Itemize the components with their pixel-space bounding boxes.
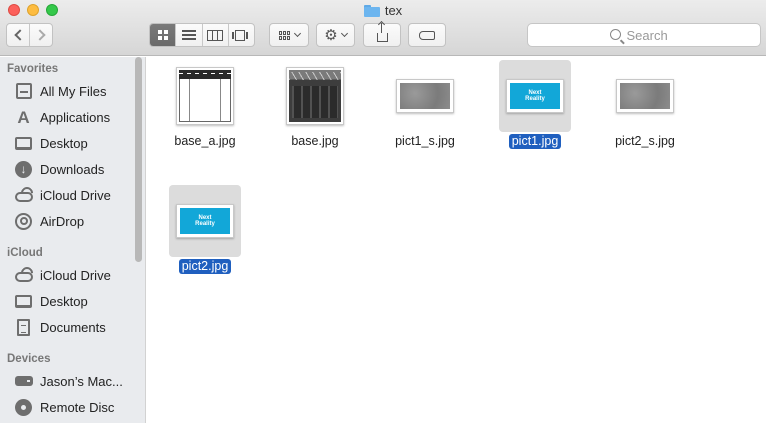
forward-button[interactable] (29, 24, 52, 46)
list-view-icon (181, 30, 196, 40)
sidebar-item-label: All My Files (40, 83, 107, 99)
sidebar-item-label: AirDrop (40, 213, 85, 229)
cover-flow-view-button[interactable] (227, 24, 254, 46)
sidebar-item-airdrop[interactable]: AirDrop (14, 210, 140, 232)
icloud-drive-icon (14, 266, 33, 285)
chevron-right-icon (33, 29, 46, 41)
search-icon (609, 28, 621, 40)
file-name[interactable]: pict2_s.jpg (612, 134, 678, 149)
sidebar-item-label: Downloads (40, 161, 105, 177)
column-view-icon (207, 29, 224, 41)
sidebar-item-label: Desktop (40, 135, 88, 151)
icon-view-button[interactable] (150, 24, 176, 46)
cover-flow-icon (232, 29, 250, 41)
remote-disc-icon (14, 398, 33, 417)
thumbnail-text: Reality (525, 96, 545, 102)
icloud-drive-icon (14, 186, 33, 205)
arrange-grid-icon (278, 30, 290, 40)
file-name[interactable]: pict2.jpg (178, 259, 232, 274)
file-item-pict1-s[interactable]: pict1_s.jpg (375, 60, 475, 149)
sidebar-item-label: iCloud Drive (40, 267, 111, 283)
search-field[interactable] (527, 23, 761, 47)
file-item-base[interactable]: base.jpg (265, 60, 365, 149)
sidebar-item-remote-disc[interactable]: Remote Disc (14, 396, 140, 418)
column-view-button[interactable] (201, 24, 228, 46)
file-item-pict2[interactable]: Next Reality pict2.jpg (155, 185, 255, 274)
sidebar-heading-devices: Devices (7, 353, 51, 365)
file-name[interactable]: base_a.jpg (171, 134, 238, 149)
share-icon (376, 23, 388, 42)
gear-icon: ⚙ (324, 26, 338, 44)
applications-icon: A (17, 107, 30, 127)
documents-icon (14, 318, 33, 337)
sidebar-item-jasons-mac[interactable]: Jason’s Mac... (14, 370, 140, 392)
tag-icon (419, 30, 435, 40)
folder-icon (363, 4, 380, 17)
sidebar: Favorites All My Files A Applications De… (0, 57, 146, 423)
sidebar-heading-favorites: Favorites (7, 63, 59, 75)
window-title-text: tex (384, 3, 403, 18)
action-button[interactable]: ⚙ (316, 23, 355, 47)
tag-button[interactable] (408, 23, 446, 47)
sidebar-item-label: Remote Disc (40, 399, 115, 415)
navigation-buttons (6, 23, 53, 47)
sidebar-item-documents[interactable]: Documents (14, 316, 140, 338)
chevron-down-icon (293, 29, 301, 38)
file-thumbnail[interactable] (279, 60, 351, 132)
file-name[interactable]: pict1_s.jpg (392, 134, 458, 149)
sidebar-item-applications[interactable]: A Applications (14, 106, 140, 128)
sidebar-item-label: Applications (40, 109, 111, 125)
back-button[interactable] (7, 24, 29, 46)
list-view-button[interactable] (175, 24, 201, 46)
sidebar-heading-icloud: iCloud (7, 247, 43, 259)
desktop-icon (14, 134, 33, 153)
file-name[interactable]: pict1.jpg (508, 134, 562, 149)
chevron-down-icon (340, 29, 348, 38)
sidebar-item-icloud-drive-2[interactable]: iCloud Drive (14, 264, 140, 286)
sidebar-item-icloud-desktop[interactable]: Desktop (14, 290, 140, 312)
sidebar-item-icloud-drive[interactable]: iCloud Drive (14, 184, 140, 206)
sidebar-item-label: iCloud Drive (40, 187, 111, 203)
share-button[interactable] (363, 23, 401, 47)
airdrop-icon (14, 212, 33, 231)
file-thumbnail[interactable] (609, 60, 681, 132)
search-input[interactable] (626, 27, 679, 43)
chevron-left-icon (13, 29, 26, 41)
file-name[interactable]: base.jpg (288, 134, 341, 149)
sidebar-item-all-my-files[interactable]: All My Files (14, 80, 140, 102)
sidebar-item-label: Desktop (40, 293, 88, 309)
file-item-base-a[interactable]: base_a.jpg (155, 60, 255, 149)
file-browser[interactable]: base_a.jpg base.jpg pict1_s.jpg Next Rea… (147, 57, 766, 423)
sidebar-item-label: Documents (40, 319, 106, 335)
thumbnail-text: Reality (195, 221, 215, 227)
desktop-icon (14, 292, 33, 311)
icon-view-icon (157, 30, 168, 40)
file-item-pict2-s[interactable]: pict2_s.jpg (595, 60, 695, 149)
file-thumbnail[interactable]: Next Reality (169, 185, 241, 257)
sidebar-item-downloads[interactable]: ↓ Downloads (14, 158, 140, 180)
window-title: tex (0, 2, 766, 19)
sidebar-item-label: Jason’s Mac... (40, 373, 123, 389)
hard-drive-icon (14, 372, 33, 391)
file-thumbnail[interactable] (389, 60, 461, 132)
arrange-button[interactable] (269, 23, 309, 47)
downloads-icon: ↓ (14, 160, 33, 179)
file-thumbnail[interactable] (169, 60, 241, 132)
file-item-pict1[interactable]: Next Reality pict1.jpg (485, 60, 585, 149)
file-thumbnail[interactable]: Next Reality (499, 60, 571, 132)
title-bar: tex ⚙ (0, 0, 766, 56)
view-mode-selector (149, 23, 255, 47)
all-my-files-icon (14, 82, 33, 101)
sidebar-item-desktop[interactable]: Desktop (14, 132, 140, 154)
